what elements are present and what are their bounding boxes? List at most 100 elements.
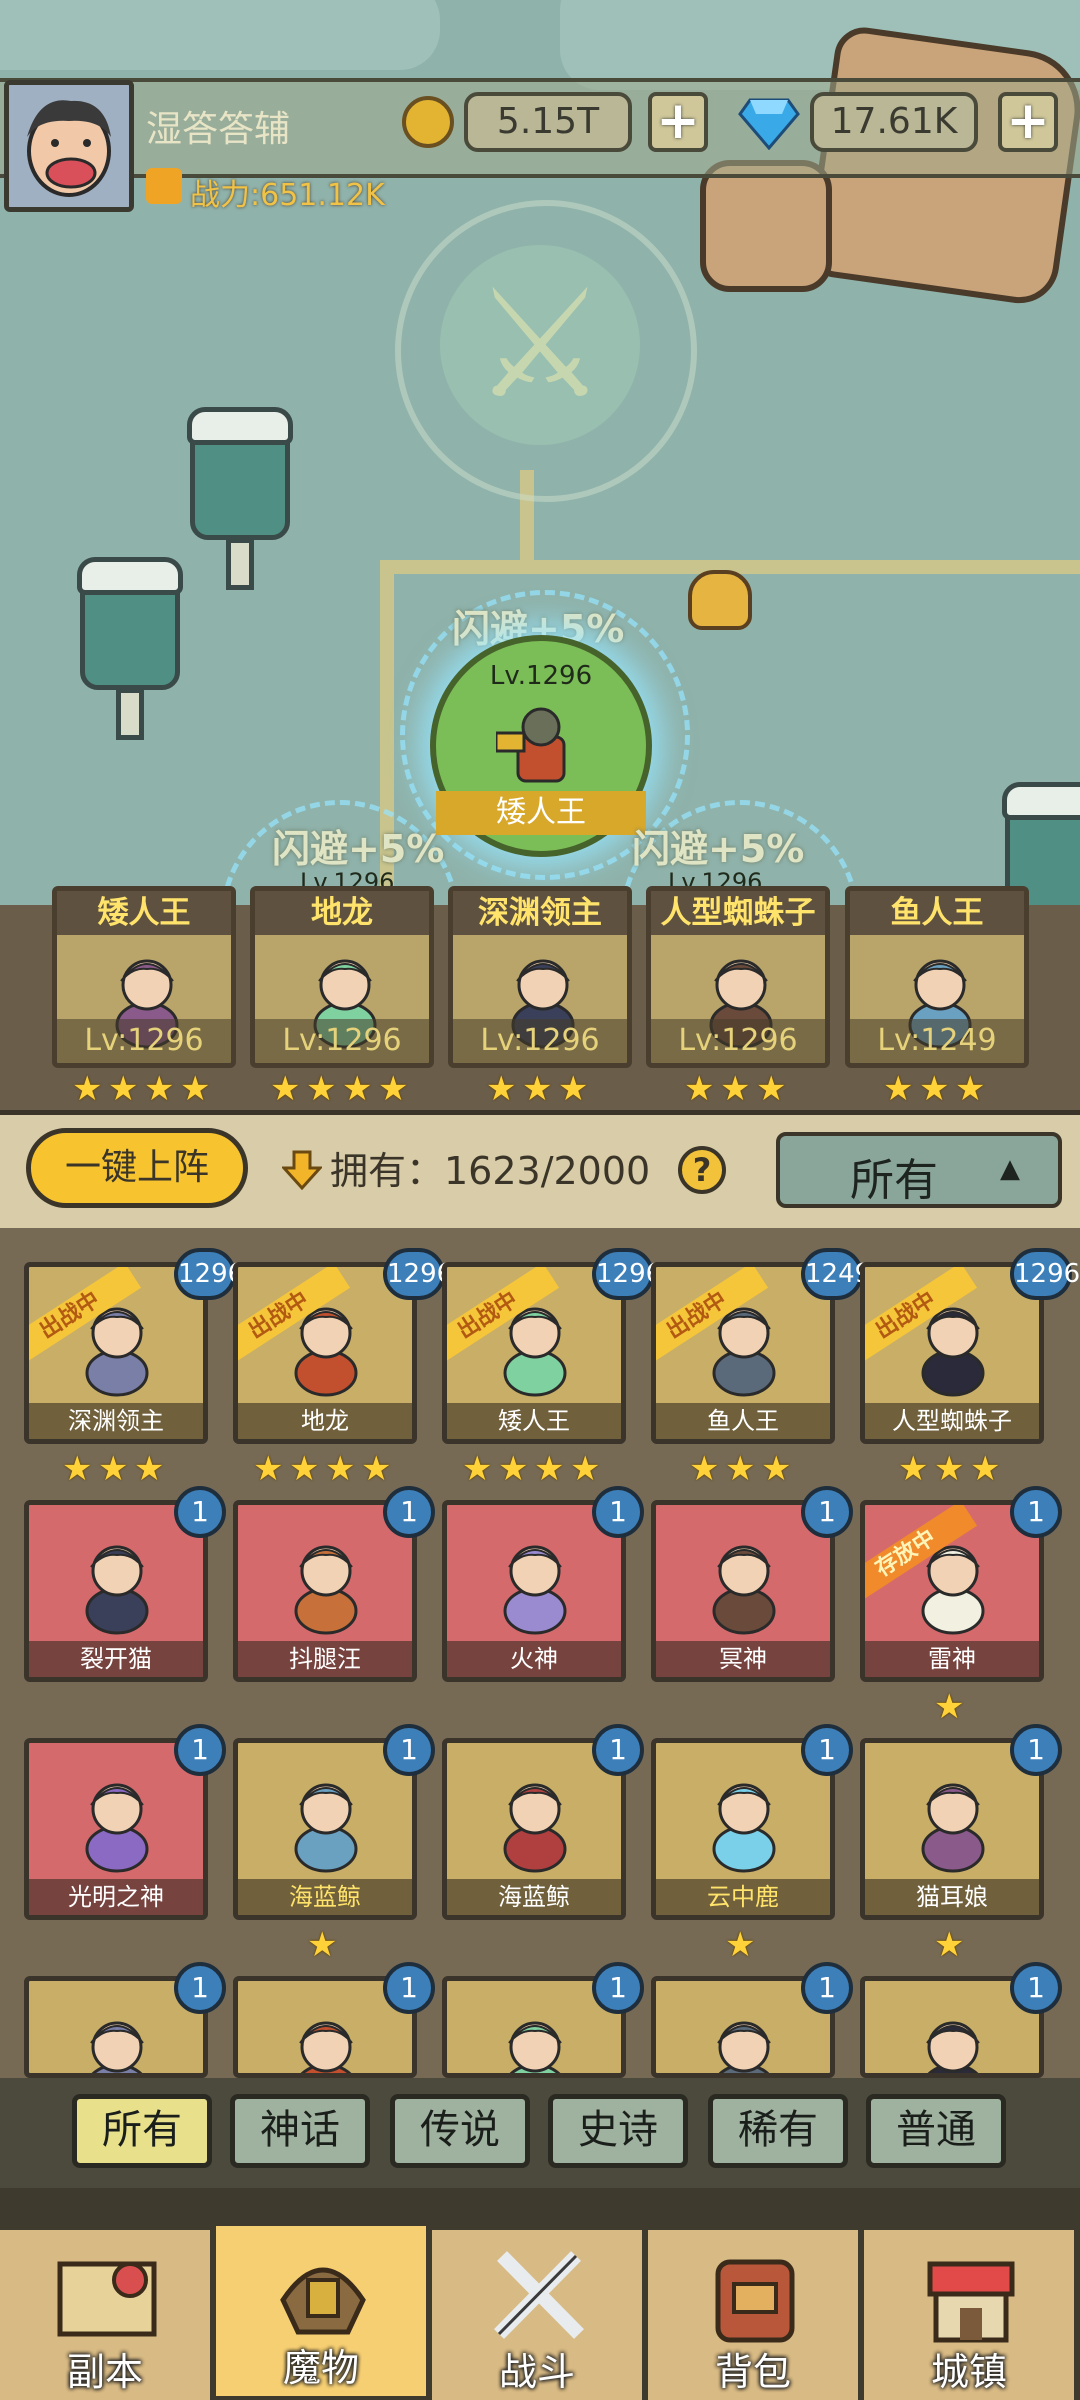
lineup-slot[interactable]: 地龙 Lv:1296 xyxy=(250,886,434,1068)
monster-figure xyxy=(698,2003,790,2073)
monster-name: 光明之神 xyxy=(29,1879,203,1915)
star-icon: ★ xyxy=(378,1069,409,1109)
add-gems-button[interactable]: + xyxy=(998,92,1058,152)
level-badge: 1296 xyxy=(592,1248,662,1300)
star-icon: ★ xyxy=(108,1069,139,1109)
star-icon: ★ xyxy=(98,1449,129,1489)
level-badge: 1 xyxy=(174,1486,226,1538)
monster-figure xyxy=(299,941,389,1049)
level-badge: 1 xyxy=(383,1486,435,1538)
help-button[interactable]: ? xyxy=(678,1146,726,1194)
star-icon: ★ xyxy=(498,1449,529,1489)
monster-star-rating: ★ xyxy=(307,1928,341,1962)
nav-3[interactable]: 战斗 xyxy=(432,2230,646,2400)
star-icon: ★ xyxy=(898,1449,929,1489)
monster-figure xyxy=(489,1527,581,1637)
star-icon: ★ xyxy=(486,1069,517,1109)
star-icon: ★ xyxy=(558,1069,589,1109)
star-icon: ★ xyxy=(462,1449,493,1489)
add-gold-button[interactable]: + xyxy=(648,92,708,152)
rarity-tab[interactable]: 普通 xyxy=(866,2094,1006,2168)
star-icon: ★ xyxy=(134,1449,165,1489)
monster-figure xyxy=(489,1765,581,1875)
monster-name: 裂开猫 xyxy=(29,1641,203,1677)
nav-4[interactable]: 背包 xyxy=(648,2230,862,2400)
map-lake xyxy=(0,0,440,70)
monster-star-rating: ★ xyxy=(934,1690,968,1724)
star-icon: ★ xyxy=(306,1069,337,1109)
star-icon: ★ xyxy=(934,1687,965,1727)
lineup-star-rating: ★ ★ ★ xyxy=(684,1072,790,1106)
star-icon: ★ xyxy=(756,1069,787,1109)
monster-figure xyxy=(280,2003,372,2073)
selected-monster-slot[interactable]: Lv.1296 矮人王 xyxy=(430,635,652,857)
nav-2[interactable]: 魔物 xyxy=(216,2226,430,2396)
lineup-monster-level: Lv:1296 xyxy=(57,1019,231,1063)
monster-figure xyxy=(497,941,587,1049)
gem-amount: 17.61K xyxy=(810,92,978,152)
rarity-tab[interactable]: 史诗 xyxy=(548,2094,688,2168)
star-icon: ★ xyxy=(883,1069,914,1109)
star-icon: ★ xyxy=(725,1449,756,1489)
level-badge: 1 xyxy=(1010,1962,1062,2014)
auto-deploy-button[interactable]: 一键上阵 xyxy=(26,1128,248,1208)
monster-name: 云中鹿 xyxy=(656,1879,830,1915)
monster-name: 人型蜘蛛子 xyxy=(865,1403,1039,1439)
power-icon xyxy=(146,168,182,204)
star-icon: ★ xyxy=(570,1449,601,1489)
monster-star-rating: ★ xyxy=(725,1928,759,1962)
rarity-tab[interactable]: 传说 xyxy=(390,2094,530,2168)
monster-name: 地龙 xyxy=(238,1403,412,1439)
backpack-icon xyxy=(700,2244,810,2344)
monster-figure xyxy=(907,2003,999,2073)
star-icon: ★ xyxy=(180,1069,211,1109)
filter-dropdown[interactable]: 所有 ▲ xyxy=(776,1132,1062,1208)
rarity-tab[interactable]: 神话 xyxy=(230,2094,370,2168)
monster-figure xyxy=(489,2003,581,2073)
dwarf-king-figure xyxy=(494,697,586,787)
nav-1[interactable]: 副本 xyxy=(0,2230,214,2400)
lineup-slot[interactable]: 人型蜘蛛子 Lv:1296 xyxy=(646,886,830,1068)
lineup-monster-level: Lv:1296 xyxy=(651,1019,825,1063)
monster-name: 雷神 xyxy=(865,1641,1039,1677)
star-icon: ★ xyxy=(522,1069,553,1109)
level-badge: 1296 xyxy=(174,1248,244,1300)
monster-name: 矮人王 xyxy=(447,1403,621,1439)
lineup-monster-name: 地龙 xyxy=(255,891,429,935)
nav-label: 城镇 xyxy=(930,2350,1007,2394)
level-badge: 1 xyxy=(174,1962,226,2014)
monster-figure xyxy=(71,1527,163,1637)
nav-label: 魔物 xyxy=(282,2346,359,2390)
owned-count: 拥有：1623/2000 xyxy=(330,1149,651,1193)
star-icon: ★ xyxy=(361,1449,392,1489)
level-badge: 1249 xyxy=(801,1248,871,1300)
diamond-icon xyxy=(738,96,800,151)
star-icon: ★ xyxy=(684,1069,715,1109)
star-icon: ★ xyxy=(307,1925,338,1965)
level-badge: 1 xyxy=(174,1724,226,1776)
level-badge: 1 xyxy=(383,1962,435,2014)
lineup-slot[interactable]: 鱼人王 Lv:1249 xyxy=(845,886,1029,1068)
monster-figure xyxy=(698,1527,790,1637)
snow-tree xyxy=(77,557,183,750)
rarity-tab[interactable]: 所有 xyxy=(72,2094,212,2168)
selected-monster-level: Lv.1296 xyxy=(489,661,593,691)
buff-label-right: 闪避+5% xyxy=(632,827,805,871)
nav-5[interactable]: 城镇 xyxy=(864,2230,1078,2400)
monster-name: 猫耳娘 xyxy=(865,1879,1039,1915)
rarity-tab[interactable]: 稀有 xyxy=(708,2094,848,2168)
lineup-slot[interactable]: 矮人王 Lv:1296 xyxy=(52,886,236,1068)
level-badge: 1 xyxy=(801,1724,853,1776)
lineup-monster-level: Lv:1296 xyxy=(453,1019,627,1063)
lineup-slot[interactable]: 深渊领主 Lv:1296 xyxy=(448,886,632,1068)
monster-name: 鱼人王 xyxy=(656,1403,830,1439)
monster-name: 火神 xyxy=(447,1641,621,1677)
lineup-monster-level: Lv:1249 xyxy=(850,1019,1024,1063)
monster-star-rating: ★ ★ ★ xyxy=(689,1452,795,1486)
nav-label: 背包 xyxy=(714,2350,791,2394)
skull-icon[interactable] xyxy=(688,570,752,630)
star-icon: ★ xyxy=(270,1069,301,1109)
player-avatar[interactable] xyxy=(4,80,134,212)
star-icon: ★ xyxy=(62,1449,93,1489)
crossed-swords-icon: ⚔ xyxy=(472,258,608,432)
